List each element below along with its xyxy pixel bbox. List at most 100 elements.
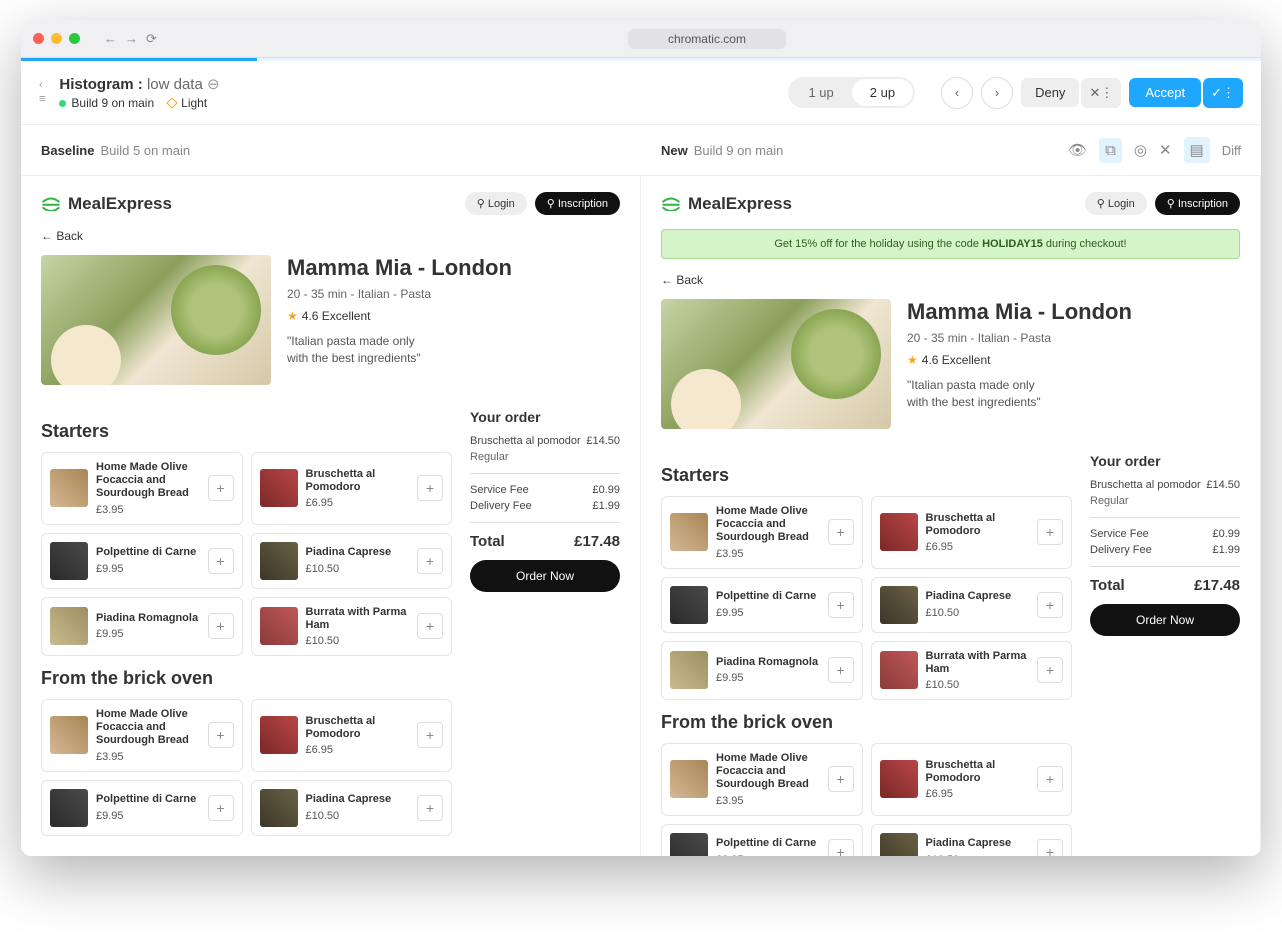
add-item-button[interactable]: + xyxy=(1037,592,1063,618)
item-name: Piadina Romagnola xyxy=(716,656,820,669)
add-item-button[interactable]: + xyxy=(417,722,443,748)
prev-change-button[interactable]: ‹ xyxy=(941,77,973,109)
menu-item: Bruschetta al Pomodoro£6.95+ xyxy=(871,743,1073,816)
item-info: Polpettine di Carne £9.95 xyxy=(96,546,200,574)
restaurant-description: "Italian pasta made onlywith the best in… xyxy=(287,333,512,367)
oven-grid: Home Made Olive Focaccia and Sourdough B… xyxy=(41,699,452,836)
eye-off-icon[interactable]: 👁 xyxy=(1068,141,1087,159)
add-item-button[interactable]: + xyxy=(208,548,234,574)
diff-label[interactable]: Diff xyxy=(1222,143,1241,158)
item-name: Piadina Caprese xyxy=(926,837,1030,850)
overlay-icon[interactable]: ⧉ xyxy=(1099,138,1122,163)
item-info: Bruschetta al Pomodoro£6.95 xyxy=(926,512,1030,553)
restaurant-hero: Mamma Mia - London20 - 35 min - Italian … xyxy=(661,299,1240,429)
item-thumbnail xyxy=(260,789,298,827)
restaurant-rating: ★4.6 Excellent xyxy=(907,353,1132,367)
add-item-button[interactable]: + xyxy=(828,839,854,857)
add-item-button[interactable]: + xyxy=(1037,766,1063,792)
item-price: £9.95 xyxy=(96,563,200,575)
app-top-bar: MealExpress ⚲ Login ⚲ Inscription xyxy=(661,192,1240,215)
item-name: Home Made Olive Focaccia and Sourdough B… xyxy=(716,752,820,792)
item-info: Home Made Olive Focaccia and Sourdough B… xyxy=(716,752,820,807)
deny-batch-icon[interactable]: ✕⋮ xyxy=(1081,78,1121,108)
two-up-button[interactable]: 2 up xyxy=(852,79,913,106)
login-button[interactable]: ⚲ Login xyxy=(1085,192,1147,215)
order-title: Your order xyxy=(470,409,620,425)
item-thumbnail xyxy=(880,651,918,689)
add-item-button[interactable]: + xyxy=(1037,519,1063,545)
one-up-button[interactable]: 1 up xyxy=(790,79,851,106)
item-thumbnail xyxy=(670,760,708,798)
item-name: Polpettine di Carne xyxy=(96,546,200,559)
menu-item: Piadina Romagnola £9.95 + xyxy=(661,641,863,700)
app-top-bar: MealExpress ⚲ Login ⚲ Inscription xyxy=(41,192,620,215)
back-link[interactable]: ← Back xyxy=(41,229,620,243)
forward-icon[interactable]: → xyxy=(125,31,138,47)
item-price: £9.95 xyxy=(716,672,820,684)
add-item-button[interactable]: + xyxy=(208,722,234,748)
brand[interactable]: MealExpress xyxy=(661,194,792,214)
back-link[interactable]: ← Back xyxy=(661,273,1240,287)
starters-title: Starters xyxy=(41,421,452,442)
item-name: Home Made Olive Focaccia and Sourdough B… xyxy=(96,461,200,501)
item-name: Piadina Caprese xyxy=(306,546,410,559)
maximize-window-button[interactable] xyxy=(69,33,80,44)
diff-toggle-icon[interactable]: ▤ xyxy=(1184,137,1210,163)
menu-item: Home Made Olive Focaccia and Sourdough B… xyxy=(661,496,863,569)
starters-grid: Home Made Olive Focaccia and Sourdough B… xyxy=(661,496,1072,700)
burger-icon xyxy=(41,197,61,211)
add-item-button[interactable]: + xyxy=(208,613,234,639)
add-item-button[interactable]: + xyxy=(828,657,854,683)
accept-button[interactable]: Accept xyxy=(1129,78,1201,107)
login-button[interactable]: ⚲ Login xyxy=(465,192,527,215)
oven-grid: Home Made Olive Focaccia and Sourdough B… xyxy=(661,743,1072,856)
add-item-button[interactable]: + xyxy=(208,795,234,821)
close-window-button[interactable] xyxy=(33,33,44,44)
brand[interactable]: MealExpress xyxy=(41,194,172,214)
add-item-button[interactable]: + xyxy=(417,795,443,821)
story-meta: Histogram : low data ⊖ Build 9 on main L… xyxy=(59,75,219,110)
item-info: Piadina Caprese£10.50 xyxy=(926,590,1030,618)
signup-button[interactable]: ⚲ Inscription xyxy=(535,192,620,215)
add-item-button[interactable]: + xyxy=(1037,657,1063,683)
item-price: £6.95 xyxy=(306,497,410,509)
list-icon[interactable]: ≡ xyxy=(39,94,45,105)
refresh-icon[interactable]: ⟳ xyxy=(146,31,157,47)
chevron-left-icon[interactable]: ‹ xyxy=(39,80,45,91)
back-icon[interactable]: ← xyxy=(104,31,117,47)
add-item-button[interactable]: + xyxy=(828,519,854,545)
add-item-button[interactable]: + xyxy=(208,475,234,501)
add-item-button[interactable]: + xyxy=(828,766,854,792)
menu-column: Starters Home Made Olive Focaccia and Sou… xyxy=(41,409,452,836)
item-thumbnail xyxy=(260,469,298,507)
item-info: Home Made Olive Focaccia and Sourdough B… xyxy=(96,461,200,516)
menu-item: Piadina Caprese£10.50+ xyxy=(251,533,453,589)
deny-button[interactable]: Deny xyxy=(1021,78,1079,107)
browser-chrome: ← → ⟳ chromatic.com xyxy=(21,20,1261,58)
minimize-window-button[interactable] xyxy=(51,33,62,44)
add-item-button[interactable]: + xyxy=(417,475,443,501)
new-header: NewBuild 9 on main 👁 ⧉ ◎ ✕ ▤ Diff xyxy=(641,125,1261,175)
order-now-button[interactable]: Order Now xyxy=(1090,604,1240,636)
item-price: £3.95 xyxy=(716,548,820,560)
restaurant-hero: Mamma Mia - London20 - 35 min - Italian … xyxy=(41,255,620,385)
item-name: Home Made Olive Focaccia and Sourdough B… xyxy=(96,708,200,748)
compare-body: MealExpress ⚲ Login ⚲ Inscription ← Back Mam… xyxy=(21,176,1261,856)
add-item-button[interactable]: + xyxy=(1037,839,1063,857)
next-change-button[interactable]: › xyxy=(981,77,1013,109)
url-bar[interactable]: chromatic.com xyxy=(628,29,786,49)
restaurant-image xyxy=(41,255,271,385)
item-name: Piadina Romagnola xyxy=(96,612,200,625)
add-item-button[interactable]: + xyxy=(417,548,443,574)
accept-batch-icon[interactable]: ✓⋮ xyxy=(1203,78,1243,108)
ignore-icon[interactable]: ✕ xyxy=(1159,141,1172,159)
order-now-button[interactable]: Order Now xyxy=(470,560,620,592)
focus-icon[interactable]: ◎ xyxy=(1134,141,1147,159)
signup-button[interactable]: ⚲ Inscription xyxy=(1155,192,1240,215)
add-item-button[interactable]: + xyxy=(417,613,443,639)
menu-item: Polpettine di Carne£9.95+ xyxy=(661,577,863,633)
item-info: Piadina Caprese£10.50 xyxy=(926,837,1030,856)
service-fee: Service Fee£0.99 xyxy=(470,484,620,496)
add-item-button[interactable]: + xyxy=(828,592,854,618)
restaurant-name: Mamma Mia - London xyxy=(287,255,512,281)
